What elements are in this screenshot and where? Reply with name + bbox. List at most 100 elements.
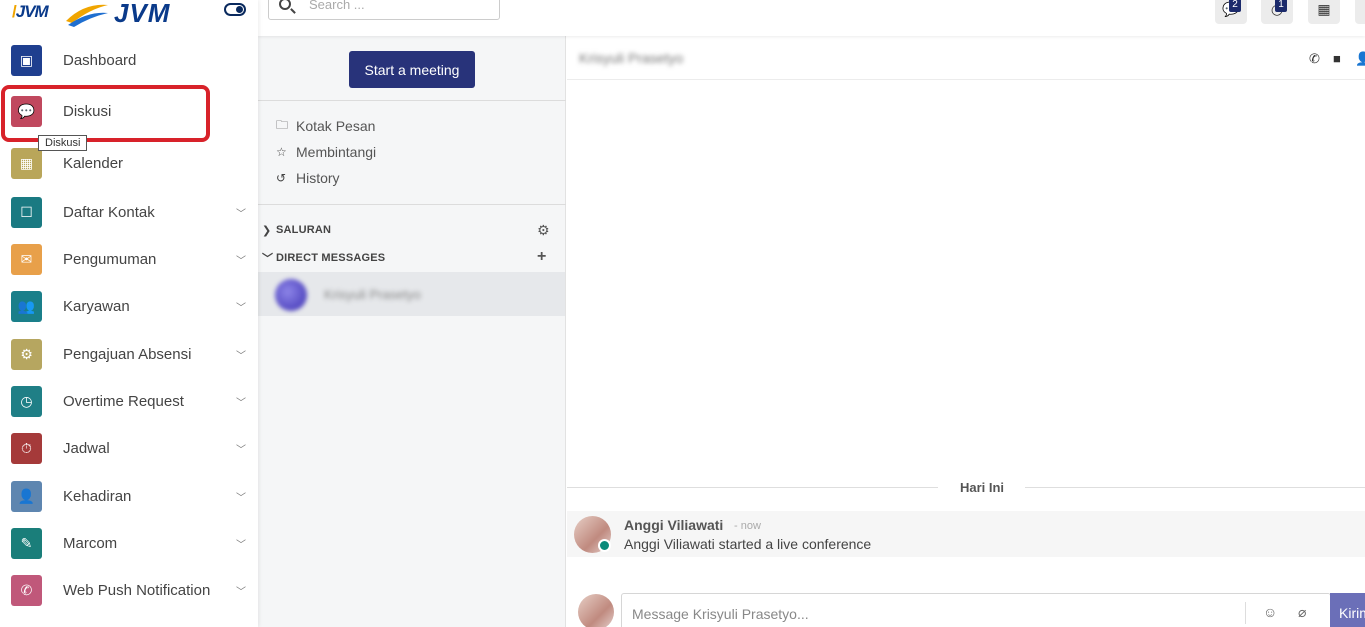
mailbox-label: Membintangi [296, 144, 377, 160]
sidebar-item-diskusi[interactable]: 💬 Diskusi [0, 91, 258, 131]
emoji-icon[interactable]: ☺ [1263, 604, 1277, 620]
composer-box: ☺ ⌀ [621, 593, 1331, 627]
message-input[interactable] [632, 605, 1232, 623]
sidebar-item-pengajuan-absensi[interactable]: ⚙ Pengajuan Absensi ﹀ [0, 334, 258, 374]
calendar-icon: ▦ [11, 147, 42, 179]
day-separator: Hari Ini [567, 480, 1365, 496]
thread-view: Krisyuli Prasetyo ✆ ■ 👤 Hari Ini Anggi V… [567, 36, 1365, 627]
stopwatch-icon: ⏱ [11, 432, 42, 464]
mailbox-history[interactable]: ↺ History [276, 168, 340, 188]
brand-mini-logo[interactable]: /JVM [12, 2, 49, 22]
chevron-down-icon: ﹀ [236, 539, 246, 551]
sidebar-item-daftar-kontak[interactable]: ☐ Daftar Kontak ﹀ [0, 192, 258, 232]
channels-label: SALURAN [276, 224, 332, 236]
thread-header: Krisyuli Prasetyo ✆ ■ 👤 [567, 36, 1365, 80]
channels-header[interactable]: ❯ SALURAN [262, 221, 331, 239]
message-body: Anggi Viliawati started a live conferenc… [624, 536, 872, 552]
chevron-down-icon: ﹀ [236, 350, 246, 362]
sidebar-item-label: Pengumuman [63, 250, 157, 268]
mailbox-label: History [296, 170, 340, 186]
brand-header: /JVM JVM [0, 0, 258, 30]
sidebar-item-marcom[interactable]: ✎ Marcom ﹀ [0, 523, 258, 563]
sidebar-item-kehadiran[interactable]: 👤 Kehadiran ﹀ [0, 476, 258, 516]
video-icon[interactable]: ■ [1333, 51, 1341, 66]
phone-icon[interactable]: ✆ [1309, 51, 1320, 67]
online-status-icon [598, 539, 611, 552]
day-label: Hari Ini [959, 480, 1005, 495]
chevron-down-icon: ﹀ [236, 208, 246, 220]
sidebar-item-label: Kehadiran [63, 487, 132, 505]
message: Anggi Viliawati - now Anggi Viliawati st… [567, 511, 1365, 557]
brand-logo[interactable]: JVM [64, 0, 170, 29]
top-bar: 💬 2 ◷ 1 ▦ [258, 0, 1365, 36]
sidebar-item-label: Jadwal [63, 439, 110, 457]
messages-badge: 2 [1229, 0, 1241, 12]
calculator-button[interactable]: ▦ [1308, 0, 1340, 24]
inbox-icon: 🗀 [276, 117, 289, 132]
sidebar-toggle-icon[interactable] [224, 3, 246, 16]
chevron-down-icon: ﹀ [262, 253, 274, 265]
clock-icon: ◷ [11, 385, 42, 417]
brand-swoosh-icon [66, 4, 108, 27]
message-author[interactable]: Anggi Viliawati [624, 517, 723, 533]
search-box [268, 0, 500, 20]
composer: ☺ ⌀ Kirim [567, 583, 1365, 627]
sidebar-item-overtime-request[interactable]: ◷ Overtime Request ﹀ [0, 381, 258, 421]
sidebar-item-label: Overtime Request [63, 392, 184, 410]
chevron-down-icon: ﹀ [236, 492, 246, 504]
activity-badge: 1 [1275, 0, 1287, 12]
chevron-down-icon: ﹀ [236, 302, 246, 314]
user-icon[interactable]: 👤 [1355, 51, 1365, 67]
divider [258, 100, 566, 101]
mailbox-inbox[interactable]: 🗀 Kotak Pesan [276, 116, 375, 136]
chevron-down-icon: ﹀ [236, 586, 246, 598]
chevron-down-icon: ﹀ [236, 397, 246, 409]
avatar [275, 279, 307, 311]
direct-messages-header[interactable]: ﹀ DIRECT MESSAGES [262, 249, 385, 267]
avatar [578, 594, 614, 627]
sidebar: /JVM JVM ▣ Dashboard 💬 Diskusi ▦ Kalende… [0, 0, 258, 627]
mailbox-starred[interactable]: ☆ Membintangi [276, 142, 376, 162]
sidebar-item-dashboard[interactable]: ▣ Dashboard [0, 40, 258, 80]
user-menu-button[interactable] [1355, 0, 1365, 24]
search-input[interactable] [309, 0, 489, 13]
chevron-down-icon: ﹀ [236, 255, 246, 267]
divider [1025, 487, 1365, 488]
sidebar-item-karyawan[interactable]: 👥 Karyawan ﹀ [0, 286, 258, 326]
tooltip: Diskusi [38, 135, 88, 151]
sidebar-item-jadwal[interactable]: ⏱ Jadwal ﹀ [0, 428, 258, 468]
sidebar-item-web-push-notification[interactable]: ✆ Web Push Notification ﹀ [0, 570, 258, 610]
sidebar-item-label: Dashboard [63, 51, 137, 69]
add-icon[interactable]: + [537, 248, 546, 266]
mailbox-label: Kotak Pesan [296, 118, 376, 134]
user-clock-icon: 👤 [11, 480, 42, 512]
sidebar-item-label: Kalender [63, 154, 124, 172]
search-icon [279, 0, 291, 10]
history-icon: ↺ [276, 171, 287, 185]
brand-name: JVM [114, 0, 171, 28]
chat-bubble-icon: 💬 [11, 95, 42, 127]
paperclip-icon[interactable]: ⌀ [1298, 604, 1306, 621]
chevron-down-icon: ﹀ [236, 444, 246, 456]
sidebar-item-pengumuman[interactable]: ✉ Pengumuman ﹀ [0, 239, 258, 279]
sidebar-item-label: Web Push Notification [63, 581, 211, 599]
message-time: - now [734, 520, 761, 532]
announcement-icon: ✉ [11, 243, 42, 275]
dm-name: Krisyuli Prasetyo [324, 287, 421, 302]
thread-title: Krisyuli Prasetyo [579, 50, 684, 66]
discuss-sidebar: Start a meeting 🗀 Kotak Pesan ☆ Membinta… [258, 36, 566, 627]
dashboard-icon: ▣ [11, 44, 42, 76]
start-meeting-button[interactable]: Start a meeting [349, 51, 475, 88]
messages-button[interactable]: 💬 2 [1215, 0, 1247, 24]
direct-message-item[interactable]: Krisyuli Prasetyo [258, 272, 565, 316]
activity-button[interactable]: ◷ 1 [1261, 0, 1293, 24]
divider [1245, 602, 1246, 624]
gear-icon[interactable]: ⚙ [537, 222, 550, 239]
sidebar-item-label: Daftar Kontak [63, 203, 155, 221]
send-button[interactable]: Kirim [1330, 593, 1365, 627]
sidebar-item-label: Pengajuan Absensi [63, 345, 192, 363]
direct-messages-label: DIRECT MESSAGES [276, 252, 386, 264]
sidebar-item-label: Diskusi [63, 102, 112, 120]
presentation-icon: ✎ [11, 527, 42, 559]
chevron-right-icon: ❯ [262, 224, 272, 237]
